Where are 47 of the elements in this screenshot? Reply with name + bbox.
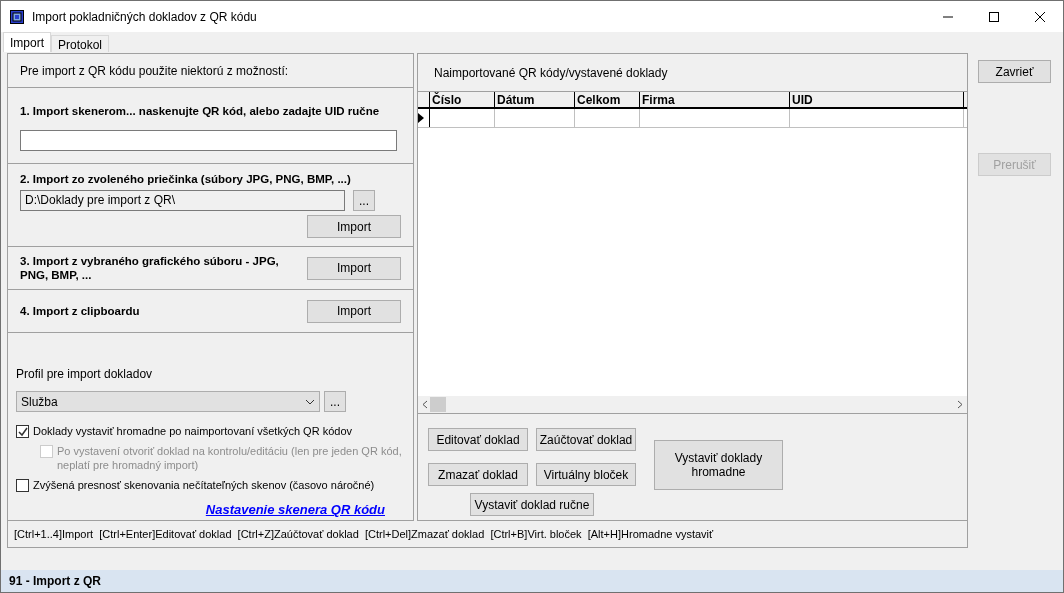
column-header[interactable]: Dátum [495,92,575,107]
section-title: 1. Import skenerom... naskenujte QR kód, alebo zadajte UID ručne [20,104,381,119]
checkbox[interactable] [16,479,29,493]
shortcut-bar: [Ctrl+1..4]Import [Ctrl+Enter]Editovať doklad [Ctrl+Z]Zaúčtovať doklad [Ctrl+Del]Zmazať doklad [Ctrl+B]Virt. bloček [Alt+H]Hromadne vystaviť [7,521,968,548]
option-label: Zvýšená presnosť skenovania nečítateľných skenov (časovo náročné) [33,478,375,493]
section-title: 3. Import z vybraného grafického súboru - JPG, PNG, BMP, ... [20,254,280,283]
scroll-thumb[interactable] [430,397,446,412]
profile-label: Profil pre import dokladov [16,366,154,384]
column-header[interactable]: Číslo [430,92,495,107]
import-button[interactable]: Import [307,215,401,239]
action-button[interactable]: Editovať doklad [428,428,528,451]
horizontal-scrollbar[interactable] [418,396,967,413]
import-button[interactable]: Import [307,299,401,323]
intro-text: Pre import z QR kódu použite niektorú z možností: [8,54,413,89]
uid-input-field[interactable] [20,130,397,152]
bulk-issue-button[interactable]: Vystaviť doklady hromadne [654,440,783,490]
chevron-down-icon [305,399,315,405]
option-label: Doklady vystaviť hromadne po naimportovaní všetkých QR kódov [33,424,352,439]
close-icon [1035,11,1045,22]
profile-dropdown[interactable]: Služba [16,391,320,413]
maximize-icon [989,11,999,22]
scanner-settings-link[interactable]: Nastavenie skenera QR kódu [205,500,385,520]
column-header[interactable]: UID [790,92,964,107]
action-button[interactable]: Zmazať doklad [428,463,528,486]
browse-button[interactable]: ... [324,391,346,413]
action-button[interactable]: Vystaviť doklad ručne [470,493,594,516]
column-header[interactable]: Celkom [575,92,640,107]
side-button[interactable]: Zavrieť [978,60,1051,83]
action-button[interactable]: Virtuálny bloček [536,463,636,486]
scroll-right-icon[interactable] [957,400,963,409]
folder-path-field[interactable]: D:\Doklady pre import z QR\ [20,190,345,212]
row-pointer-icon [418,113,424,123]
section-title: 2. Import zo zvoleného priečinka (súbory JPG, PNG, BMP, ...) [20,172,352,187]
checkmark-icon [17,427,28,437]
tab[interactable]: Protokol [51,35,110,52]
tab[interactable]: Import [3,32,51,52]
option-label: Po vystavení otvoriť doklad na kontrolu/editáciu (len pre jeden QR kód, neplatí pre hromadný import) [57,444,403,473]
scroll-left-icon[interactable] [422,400,428,409]
action-button[interactable]: Zaúčtovať doklad [536,428,636,451]
section-title: 4. Import z clipboardu [20,304,141,319]
import-button[interactable]: Import [307,256,401,280]
status-bar: 91 - Import z QR [1,570,1063,592]
window-title: Import pokladničných dokladov z QR kódu [32,8,257,26]
app-icon [10,9,24,24]
browse-button[interactable]: ... [353,190,375,212]
column-header[interactable]: Firma [640,92,790,107]
checkbox[interactable] [16,425,29,439]
